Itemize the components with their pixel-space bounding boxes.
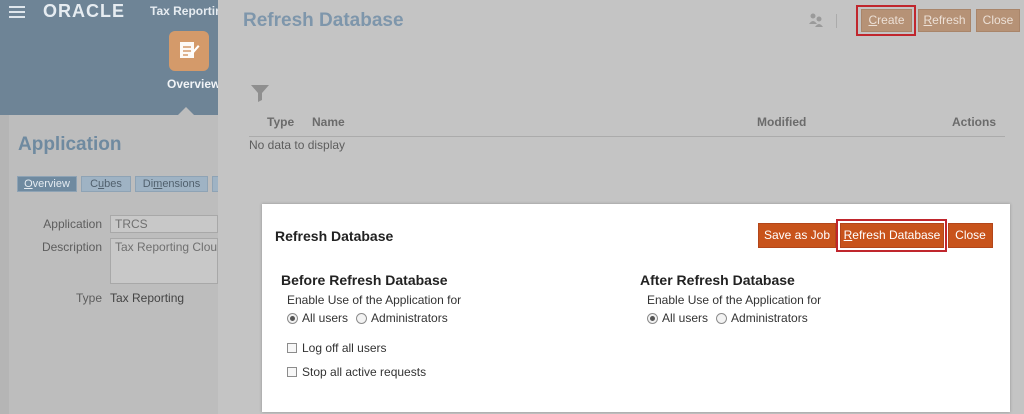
logoff-users-label[interactable]: Log off all users: [302, 341, 387, 355]
hamburger-menu-icon[interactable]: [9, 6, 25, 18]
tab-cubes[interactable]: Cubes: [81, 176, 131, 192]
oracle-logo: ORACLE: [43, 1, 125, 21]
tab-overview[interactable]: Overview: [17, 176, 77, 192]
type-value: Tax Reporting: [110, 291, 185, 305]
type-label: Type: [75, 291, 102, 305]
close-page-button[interactable]: Close: [976, 9, 1020, 32]
overview-nav-tile[interactable]: [169, 31, 209, 71]
application-field[interactable]: TRCS: [110, 215, 218, 233]
overview-nav-label[interactable]: Overview: [167, 77, 220, 91]
stop-requests-option: Stop all active requests: [287, 365, 426, 379]
after-all-users-radio[interactable]: [647, 312, 658, 324]
dialog-title: Refresh Database: [275, 228, 394, 244]
grid-header-divider: [249, 136, 1005, 137]
refresh-database-highlight-box: [836, 219, 947, 252]
stop-requests-label[interactable]: Stop all active requests: [302, 365, 426, 379]
column-header-actions[interactable]: Actions: [952, 115, 996, 129]
column-header-name[interactable]: Name: [312, 115, 345, 129]
logoff-users-checkbox[interactable]: [287, 343, 297, 353]
column-header-modified[interactable]: Modified: [757, 115, 806, 129]
refresh-button[interactable]: Refresh: [918, 9, 971, 32]
users-icon[interactable]: [808, 12, 824, 28]
after-refresh-heading: After Refresh Database: [640, 272, 795, 288]
before-refresh-heading: Before Refresh Database: [281, 272, 448, 288]
before-administrators-radio[interactable]: [356, 312, 368, 324]
filter-icon[interactable]: [250, 83, 270, 103]
stop-requests-checkbox[interactable]: [287, 367, 297, 377]
after-enable-label: Enable Use of the Application for: [647, 293, 822, 307]
overview-icon: [180, 42, 200, 58]
application-section-title: Application: [18, 134, 122, 155]
after-enable-radio-group: All users Administrators: [647, 311, 808, 325]
before-all-users-radio[interactable]: [287, 312, 298, 324]
empty-grid-message: No data to display: [249, 138, 346, 152]
after-all-users-label[interactable]: All users: [662, 311, 708, 325]
column-header-type[interactable]: Type: [267, 115, 294, 129]
tab-dimensions[interactable]: Dimensions: [135, 176, 208, 192]
logoff-users-option: Log off all users: [287, 341, 387, 355]
application-label: Application: [43, 217, 102, 231]
description-label: Description: [41, 240, 102, 254]
after-administrators-label[interactable]: Administrators: [731, 311, 808, 325]
dialog-close-button[interactable]: Close: [948, 223, 993, 248]
description-field[interactable]: Tax Reporting Cloud: [110, 238, 218, 284]
active-nav-indicator: [178, 107, 194, 115]
save-as-job-button[interactable]: Save as Job: [758, 223, 836, 248]
before-all-users-label[interactable]: All users: [302, 311, 348, 325]
toolbar-separator: [836, 14, 837, 28]
page-title: Refresh Database: [243, 10, 404, 31]
before-administrators-label[interactable]: Administrators: [371, 311, 448, 325]
after-administrators-radio[interactable]: [716, 312, 728, 324]
before-enable-label: Enable Use of the Application for: [287, 293, 462, 307]
create-highlight-box: [856, 5, 916, 36]
before-enable-radio-group: All users Administrators: [287, 311, 448, 325]
